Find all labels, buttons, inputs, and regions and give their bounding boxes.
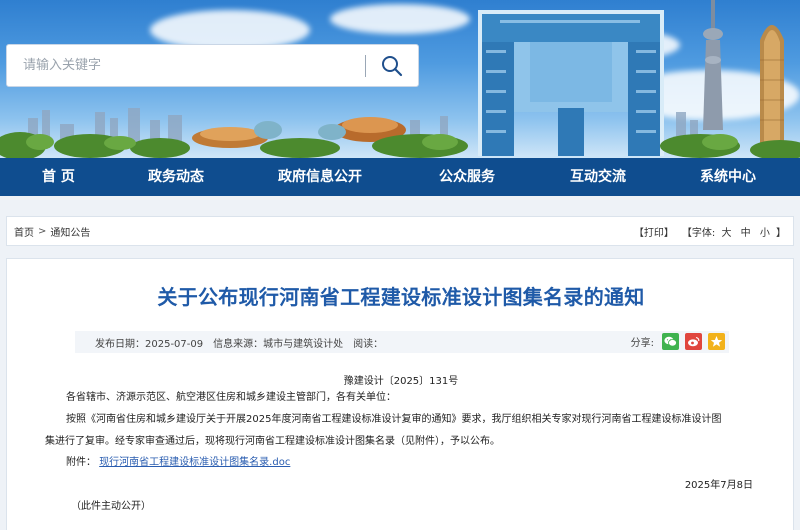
nav-item-info-disclosure[interactable]: 政府信息公开 <box>278 158 362 196</box>
print-button[interactable]: 【打印】 <box>634 224 674 239</box>
article-meta-bar: 发布日期：2025-07-09 信息来源：城市与建筑设计处 阅读： 分享: <box>75 331 729 353</box>
publish-date: 发布日期：2025-07-09 <box>95 338 204 350</box>
search-box <box>6 44 419 87</box>
search-input[interactable] <box>7 45 365 86</box>
font-size-end: 】 <box>776 227 786 239</box>
attachment-link[interactable]: 现行河南省工程建设标准设计图集名录.doc <box>99 457 290 468</box>
article-panel: 关于公布现行河南省工程建设标准设计图集名录的通知 发布日期：2025-07-09… <box>6 258 794 530</box>
read-count: 阅读： <box>353 338 384 350</box>
nav-item-public-service[interactable]: 公众服务 <box>439 158 495 196</box>
share-bar: 分享: <box>631 333 725 350</box>
nav-item-system-center[interactable]: 系统中心 <box>700 158 756 196</box>
share-weibo-button[interactable] <box>685 333 702 350</box>
share-label: 分享: <box>630 338 654 349</box>
weibo-icon <box>688 336 700 347</box>
search-button[interactable] <box>366 45 418 86</box>
info-source: 信息来源：城市与建筑设计处 <box>213 338 344 350</box>
attachment-line: 附件： 现行河南省工程建设标准设计图集名录.doc <box>66 456 290 470</box>
body-paragraph-line-2: 集进行了复审。经专家审查通过后，现将现行河南省工程建设标准设计图集名录（见附件）… <box>45 436 500 447</box>
nav-item-home[interactable]: 首 页 <box>42 158 75 196</box>
main-nav: 首 页 政务动态 政府信息公开 公众服务 互动交流 系统中心 <box>0 158 800 196</box>
breadcrumb: 首页 > 通知公告 【打印】 【字体: 大 中 小 】 <box>6 216 794 246</box>
nav-item-government-news[interactable]: 政务动态 <box>148 158 204 196</box>
breadcrumb-section[interactable]: 通知公告 <box>50 224 90 239</box>
font-size-control: 【字体: 大 中 小 】 <box>682 224 786 239</box>
wechat-icon <box>664 336 677 347</box>
nav-item-interaction[interactable]: 互动交流 <box>570 158 626 196</box>
article-title: 关于公布现行河南省工程建设标准设计图集名录的通知 <box>157 285 645 309</box>
signature-date: 2025年7月8日 <box>684 480 753 491</box>
breadcrumb-separator: > <box>38 225 47 237</box>
breadcrumb-home[interactable]: 首页 <box>14 224 34 239</box>
header-banner <box>0 0 800 158</box>
recipients-line: 各省辖市、济源示范区、航空港区住房和城乡建设主管部门，各有关单位： <box>66 392 396 403</box>
page-tools: 【打印】 【字体: 大 中 小 】 <box>634 224 786 239</box>
search-icon <box>382 55 403 76</box>
font-size-medium[interactable]: 中 <box>741 228 751 239</box>
font-size-label: 【字体: <box>681 227 716 239</box>
share-wechat-button[interactable] <box>662 333 679 350</box>
share-qzone-button[interactable] <box>708 333 725 350</box>
font-size-large[interactable]: 大 <box>721 228 731 239</box>
attachment-label: 附件： <box>66 457 96 468</box>
body-paragraph-line-1: 按照《河南省住房和城乡建设厅关于开展2025年度河南省工程建设标准设计复审的通知… <box>66 414 722 425</box>
disclosure-note: （此件主动公开） <box>71 501 151 512</box>
qzone-icon <box>710 336 723 347</box>
document-number: 豫建设计〔2025〕131号 <box>343 376 459 387</box>
font-size-small[interactable]: 小 <box>760 228 770 239</box>
